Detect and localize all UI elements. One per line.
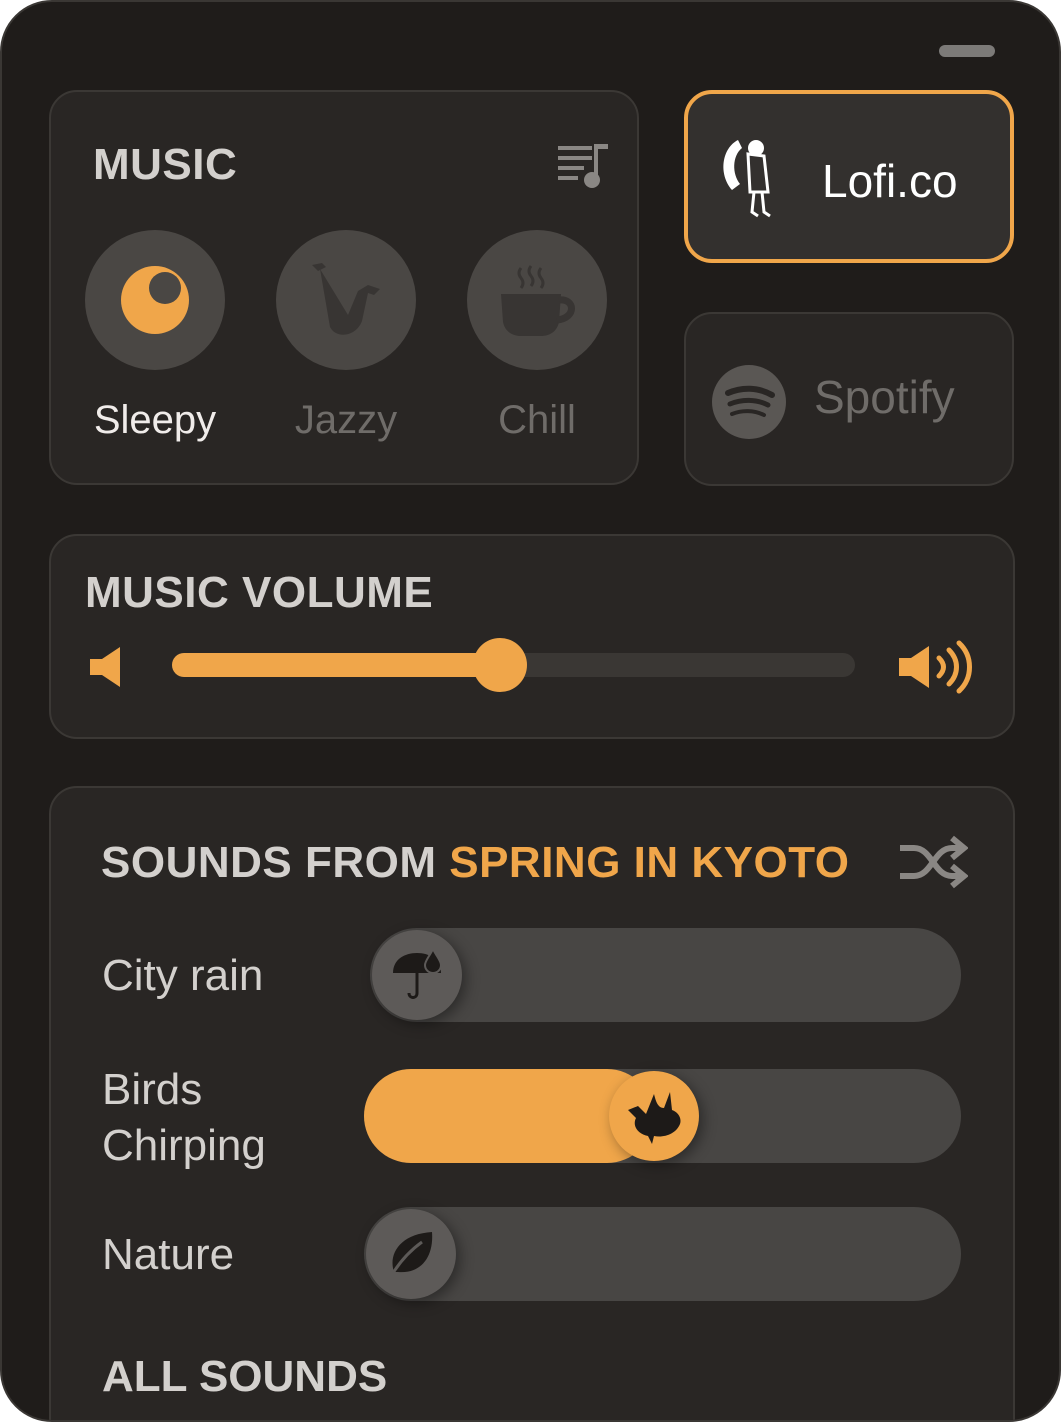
sound-label-line: Birds xyxy=(102,1065,203,1114)
music-panel: MUSIC Sleepy Jazzy Chill xyxy=(49,90,639,485)
provider-lofi[interactable]: Lofi.co xyxy=(684,90,1014,263)
mood-label: Sleepy xyxy=(93,398,217,442)
saxophone-icon xyxy=(312,263,380,335)
sound-label-nature: Nature xyxy=(102,1230,235,1279)
provider-spotify[interactable]: Spotify xyxy=(684,312,1014,486)
sound-slider-nature[interactable] xyxy=(364,1207,961,1301)
sound-slider-thumb[interactable] xyxy=(366,1209,456,1299)
sound-slider-city-rain[interactable] xyxy=(370,928,961,1022)
sound-label-line: Chirping xyxy=(102,1121,266,1170)
sound-label-city-rain: City rain xyxy=(102,951,264,1000)
volume-high-icon[interactable] xyxy=(897,640,973,694)
mood-chill[interactable]: Chill xyxy=(467,230,607,443)
playlist-icon[interactable] xyxy=(556,142,612,190)
volume-slider-fill xyxy=(172,653,500,677)
mood-jazzy-circle xyxy=(276,230,416,370)
coffee-cup-icon xyxy=(501,265,575,336)
lofi-logo-icon xyxy=(723,140,771,218)
mood-jazzy[interactable]: Jazzy xyxy=(276,230,416,443)
mood-sleepy-circle xyxy=(85,230,225,370)
volume-slider-thumb[interactable] xyxy=(472,638,527,692)
scene-name: SPRING IN KYOTO xyxy=(449,838,850,887)
sound-slider-thumb[interactable] xyxy=(609,1071,699,1161)
volume-slider[interactable] xyxy=(172,638,855,692)
sounds-title: SOUNDS FROM SPRING IN KYOTO xyxy=(101,838,850,888)
app-window: MUSIC Sleepy Jazzy Chill Lofi.co Spotify… xyxy=(0,0,1061,1422)
mood-label: Jazzy xyxy=(294,398,398,442)
spotify-icon xyxy=(712,365,786,439)
provider-name: Spotify xyxy=(814,371,955,423)
umbrella-rain-icon xyxy=(393,947,443,999)
provider-name: Lofi.co xyxy=(822,155,958,207)
leaf-icon xyxy=(388,1232,433,1279)
volume-low-icon[interactable] xyxy=(88,645,124,689)
sound-slider-birds-chirping[interactable] xyxy=(364,1069,961,1163)
mood-chill-circle xyxy=(467,230,607,370)
moon-icon xyxy=(121,266,189,334)
music-title: MUSIC xyxy=(93,140,238,189)
sound-slider-thumb[interactable] xyxy=(372,930,462,1020)
sound-label-birds-chirping: Birds Chirping xyxy=(102,1062,266,1174)
mood-label: Chill xyxy=(498,398,576,442)
volume-title: MUSIC VOLUME xyxy=(85,568,434,617)
sounds-title-prefix: SOUNDS FROM xyxy=(101,838,450,887)
shuffle-icon[interactable] xyxy=(898,834,968,890)
all-sounds-title: ALL SOUNDS xyxy=(102,1352,388,1401)
music-volume-panel: MUSIC VOLUME xyxy=(49,534,1015,739)
mood-sleepy[interactable]: Sleepy xyxy=(85,230,225,443)
bird-icon xyxy=(628,1092,681,1144)
minimize-button[interactable] xyxy=(939,45,995,57)
